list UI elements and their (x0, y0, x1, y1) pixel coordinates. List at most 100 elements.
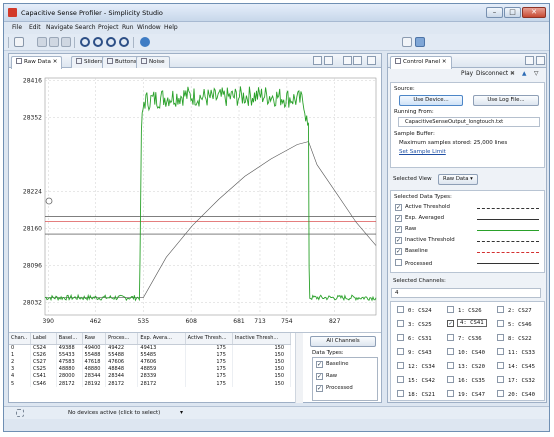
checkbox-unchecked-icon[interactable] (397, 348, 404, 355)
column-header[interactable]: Raw (82, 333, 107, 345)
checkbox-unchecked-icon[interactable] (497, 306, 504, 313)
layout-single-icon[interactable] (353, 56, 362, 65)
chevron-down-icon[interactable]: ▾ (180, 409, 183, 416)
checkbox-checked-icon[interactable]: ✓ (395, 204, 402, 211)
column-header[interactable]: Exp. Avera... (137, 333, 186, 345)
tab-noise[interactable]: Noise (136, 56, 170, 68)
table-row[interactable]: 4 CS41 28000 28344 28344 28339 175 150 (9, 372, 292, 380)
checkbox-unchecked-icon[interactable] (497, 320, 504, 327)
minimize-view-icon[interactable] (525, 56, 534, 65)
perspective-icon[interactable] (402, 37, 412, 47)
minimize-button[interactable]: – (486, 7, 503, 18)
channel-item[interactable]: 1: CS26 (447, 306, 482, 315)
column-header[interactable]: Basel... (56, 333, 83, 345)
menu-project[interactable]: Project (98, 24, 119, 31)
play-button[interactable]: Play (461, 71, 473, 77)
checkbox-checked-icon[interactable]: ✓ (447, 320, 454, 327)
channel-item[interactable]: 20: CS40 (497, 390, 535, 399)
data-type-row[interactable]: ✓ Baseline (395, 248, 543, 258)
use-log-file-button[interactable]: Use Log File... (473, 95, 539, 106)
print-icon[interactable] (61, 37, 71, 47)
use-device-button[interactable]: Use Device... (399, 95, 463, 106)
layout-split-icon[interactable] (343, 56, 352, 65)
maximize-view-icon[interactable] (536, 56, 545, 65)
data-type-baseline[interactable]: ✓ Baseline (316, 361, 348, 369)
checkbox-checked-icon[interactable]: ✓ (316, 361, 323, 368)
channel-item[interactable]: 16: CS35 (447, 376, 485, 385)
checkbox-unchecked-icon[interactable] (447, 348, 454, 355)
disconnect-button[interactable]: Disconnect (476, 71, 508, 77)
zoom-out-icon[interactable] (106, 37, 116, 47)
channel-item[interactable]: 14: CS45 (497, 362, 535, 371)
data-type-row[interactable]: ✓ Inactive Threshold (395, 237, 543, 247)
channel-item[interactable]: 8: CS22 (497, 334, 532, 343)
channel-item[interactable]: 10: CS40 (447, 348, 485, 357)
checkbox-unchecked-icon[interactable] (497, 348, 504, 355)
column-header[interactable]: Label (30, 333, 57, 345)
channel-item[interactable]: 18: CS21 (397, 390, 435, 399)
column-header[interactable]: Chan.. (9, 333, 31, 345)
data-type-processed[interactable]: ✓ Processed (316, 385, 353, 393)
device-status[interactable]: No devices active (click to select) (68, 410, 160, 416)
close-icon[interactable]: ✕ (53, 59, 58, 65)
checkbox-unchecked-icon[interactable] (397, 306, 404, 313)
all-channels-button[interactable]: All Channels (310, 336, 376, 347)
channel-item[interactable]: 11: CS33 (497, 348, 535, 357)
selected-view-select[interactable]: Raw Data ▾ (438, 174, 478, 185)
data-type-raw[interactable]: ✓ Raw (316, 373, 337, 381)
close-icon[interactable]: ✕ (442, 59, 447, 65)
new-icon[interactable] (14, 37, 24, 47)
channel-item[interactable]: 7: CS36 (447, 334, 482, 343)
save-icon[interactable] (37, 37, 47, 47)
checkbox-unchecked-icon[interactable] (397, 334, 404, 341)
checkbox-unchecked-icon[interactable] (497, 334, 504, 341)
column-header[interactable]: Inactive Thresh... (232, 333, 292, 345)
menu-navigate[interactable]: Navigate (46, 24, 73, 31)
checkbox-unchecked-icon[interactable] (497, 390, 504, 397)
table-row[interactable]: 2 CS27 47583 47618 47606 47606 175 150 (9, 358, 292, 366)
table-row[interactable]: 1 CS26 55433 55488 55488 55485 175 150 (9, 351, 292, 359)
checkbox-unchecked-icon[interactable] (447, 390, 454, 397)
table-scrollbar[interactable] (295, 333, 303, 403)
menu-window[interactable]: Window (137, 24, 161, 31)
checkbox-checked-icon[interactable]: ✓ (395, 248, 402, 255)
zoom-in-icon[interactable] (93, 37, 103, 47)
settings-icon[interactable] (324, 56, 333, 65)
minimize-view-icon[interactable] (367, 56, 376, 65)
checkbox-unchecked-icon[interactable] (447, 334, 454, 341)
checkbox-unchecked-icon[interactable] (397, 362, 404, 369)
checkbox-checked-icon[interactable]: ✓ (316, 385, 323, 392)
log-file-field[interactable]: CapacitiveSenseOutput_longtouch.txt (398, 117, 540, 127)
channel-item[interactable]: 17: CS32 (497, 376, 535, 385)
column-header[interactable]: Proces... (105, 333, 139, 345)
channel-item[interactable]: 9: CS43 (397, 348, 432, 357)
profiler-perspective-icon[interactable] (415, 37, 425, 47)
table-row[interactable]: 3 CS25 48880 48880 48848 48859 175 150 (9, 365, 292, 373)
save-all-icon[interactable] (49, 37, 59, 47)
menu-edit[interactable]: Edit (29, 24, 41, 31)
channel-search-input[interactable]: 4 (391, 288, 541, 298)
menu-search[interactable]: Search (75, 24, 96, 31)
connect-icon[interactable] (140, 37, 150, 47)
table-row[interactable]: 5 CS46 28172 28192 28172 28172 175 150 (9, 379, 292, 388)
data-type-row[interactable]: ✓ Raw (395, 226, 543, 236)
checkbox-unchecked-icon[interactable] (447, 306, 454, 313)
column-header[interactable]: Active Thresh... (185, 333, 233, 345)
data-type-row[interactable]: ✓ Exp. Averaged (395, 215, 543, 225)
data-type-row[interactable]: Processed (395, 259, 543, 269)
set-sample-limit-link[interactable]: Set Sample Limit (399, 149, 446, 155)
checkbox-checked-icon[interactable]: ✓ (395, 215, 402, 222)
checkbox-checked-icon[interactable]: ✓ (316, 373, 323, 380)
data-type-row[interactable]: ✓ Active Threshold (395, 204, 543, 214)
view-menu-icon[interactable]: ▽ (534, 71, 538, 77)
checkbox-unchecked-icon[interactable] (397, 390, 404, 397)
channel-item[interactable]: 15: CS42 (397, 376, 435, 385)
channel-item[interactable]: 3: CS25 (397, 320, 432, 329)
zoom-reset-icon[interactable] (119, 37, 129, 47)
zoom-fit-icon[interactable] (80, 37, 90, 47)
export-icon[interactable] (313, 56, 322, 65)
checkbox-unchecked-icon[interactable] (497, 376, 504, 383)
stop-icon[interactable]: ✖ (510, 71, 515, 77)
table-row[interactable]: 0 CS24 49388 49400 49422 49413 175 150 (9, 344, 292, 352)
channel-item[interactable]: 6: CS31 (397, 334, 432, 343)
